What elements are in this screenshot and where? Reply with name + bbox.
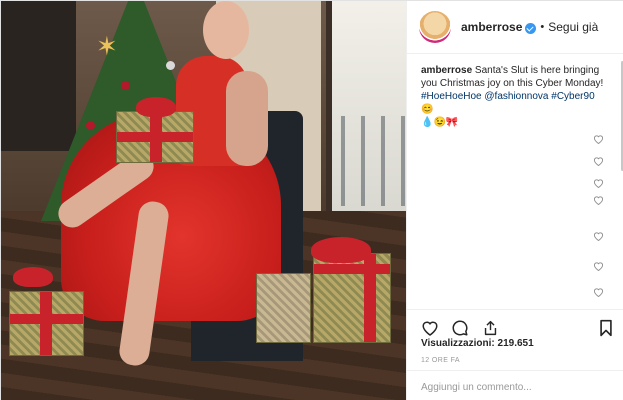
comment-like-heart-icon[interactable] xyxy=(593,156,604,166)
person-head xyxy=(203,1,249,59)
mention-link[interactable]: @fashionnova xyxy=(484,91,548,102)
share-button[interactable] xyxy=(479,317,501,339)
comments-section: amberrose Santa's Slut is here bringing … xyxy=(407,55,623,305)
avatar[interactable] xyxy=(419,11,451,43)
verified-badge-icon xyxy=(525,22,537,34)
heart-icon xyxy=(422,321,438,336)
like-button[interactable] xyxy=(419,317,441,339)
share-icon xyxy=(484,320,496,335)
follow-button[interactable]: Segui già xyxy=(548,20,598,34)
comment-like-heart-icon[interactable] xyxy=(593,178,604,188)
separator-dot: • xyxy=(540,21,545,33)
comment-like-heart-icon[interactable] xyxy=(593,261,604,271)
gift-box xyxy=(256,273,311,343)
post-timestamp[interactable]: 12 ORE FA xyxy=(421,357,460,364)
gift-box xyxy=(313,253,391,343)
caption-emoji: 😊 xyxy=(421,104,434,115)
gift-box xyxy=(9,291,84,356)
gift-box xyxy=(116,111,194,163)
post-sidebar: amberrose • Segui già amberrose Santa's … xyxy=(406,1,623,400)
username-link[interactable]: amberrose xyxy=(461,20,522,34)
post-photo[interactable]: ✶ xyxy=(1,1,406,400)
comment-button[interactable] xyxy=(449,317,471,339)
comment-icon xyxy=(452,320,468,335)
add-comment-input[interactable]: Aggiungi un commento... xyxy=(407,370,623,400)
caption-author[interactable]: amberrose xyxy=(421,65,472,76)
comment-like-heart-icon[interactable] xyxy=(593,231,604,241)
post-caption: amberrose Santa's Slut is here bringing … xyxy=(421,64,607,116)
comment-like-heart-icon[interactable] xyxy=(593,195,604,205)
view-count[interactable]: Visualizzazioni: 219.651 xyxy=(421,338,534,349)
hashtag-link[interactable]: #HoeHoeHoe xyxy=(421,91,482,102)
caption-emoji-line: 💧😉🎀 xyxy=(421,117,459,128)
star-ornament: ✶ xyxy=(96,31,118,61)
hashtag-link[interactable]: #Cyber90 xyxy=(551,91,594,102)
post-header: amberrose • Segui già xyxy=(407,1,623,54)
comment-like-heart-icon[interactable] xyxy=(593,134,604,144)
save-button[interactable] xyxy=(595,317,617,339)
views-label: Visualizzazioni: xyxy=(421,338,495,349)
bookmark-icon xyxy=(600,319,612,336)
views-number: 219.651 xyxy=(497,338,534,349)
instagram-post: ✶ amberrose • Segui già amberrose Santa'… xyxy=(0,0,623,400)
comment-like-heart-icon[interactable] xyxy=(593,287,604,297)
